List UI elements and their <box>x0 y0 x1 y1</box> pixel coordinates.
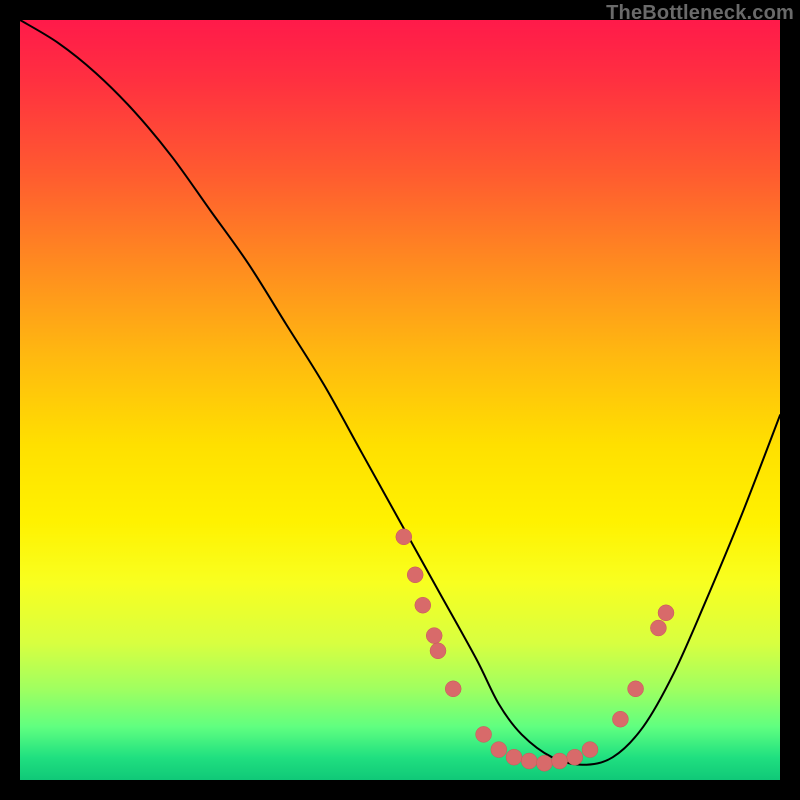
data-point <box>445 681 461 697</box>
data-point <box>536 755 552 771</box>
data-point <box>567 749 583 765</box>
data-point <box>552 753 568 769</box>
data-point <box>430 643 446 659</box>
data-point <box>582 742 598 758</box>
data-point <box>426 628 442 644</box>
data-point <box>396 529 412 545</box>
data-point <box>491 742 507 758</box>
chart-svg <box>20 20 780 780</box>
data-points <box>396 529 674 771</box>
plot-area <box>20 20 780 780</box>
watermark-text: TheBottleneck.com <box>606 2 794 25</box>
data-point <box>407 567 423 583</box>
bottleneck-curve <box>20 20 780 765</box>
data-point <box>650 620 666 636</box>
data-point <box>415 597 431 613</box>
data-point <box>612 711 628 727</box>
data-point <box>506 749 522 765</box>
data-point <box>628 681 644 697</box>
chart-stage: TheBottleneck.com <box>0 0 800 800</box>
data-point <box>521 753 537 769</box>
data-point <box>476 726 492 742</box>
data-point <box>658 605 674 621</box>
